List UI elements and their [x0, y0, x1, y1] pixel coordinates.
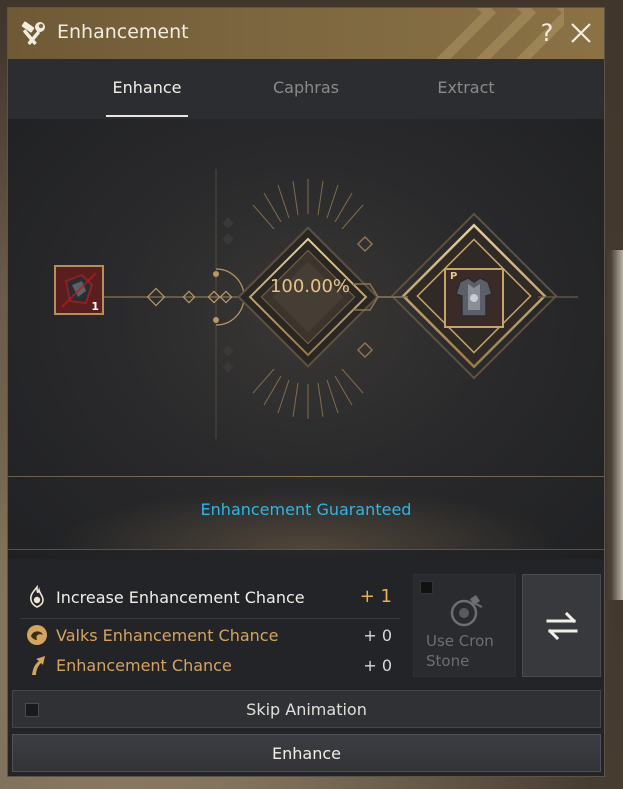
grade-mark: P — [450, 271, 458, 282]
tab-enhance[interactable]: Enhance — [87, 59, 207, 117]
close-icon[interactable] — [568, 20, 594, 46]
title-bar[interactable]: Enhancement ? — [8, 8, 604, 59]
success-chance: 100.00% — [269, 276, 351, 297]
cron-stone-toggle[interactable]: Use Cron Stone — [413, 574, 516, 677]
cron-stone-label: Use Cron Stone — [426, 632, 494, 670]
skip-animation-label: Skip Animation — [246, 700, 367, 719]
enhance-button[interactable]: Enhance — [12, 734, 601, 772]
cron-stone-checkbox[interactable] — [420, 581, 433, 594]
material-slot[interactable]: 1 — [54, 265, 104, 315]
result-item-slot[interactable]: P — [444, 268, 504, 328]
material-count: 1 — [91, 300, 99, 313]
enhancement-window: Enhancement ? Enhance Caphras Extract 10… — [7, 7, 605, 777]
swap-arrows-icon — [546, 611, 578, 641]
enhance-button-label: Enhance — [272, 744, 341, 763]
valks-orb-icon — [27, 625, 47, 645]
bonus-label: Enhancement Chance — [56, 656, 232, 675]
bonus-value: + 0 — [363, 626, 392, 645]
window-title: Enhancement — [57, 21, 189, 43]
skip-animation-toggle[interactable]: Skip Animation — [12, 690, 601, 728]
flame-orb-icon — [30, 585, 44, 608]
status-band: Enhancement Guaranteed — [8, 476, 604, 550]
bonus-row: Increase Enhancement Chance + 1 — [20, 582, 400, 619]
status-text: Enhancement Guaranteed — [200, 500, 412, 519]
tab-extract[interactable]: Extract — [406, 59, 526, 117]
bonus-row: Enhancement Chance + 0 — [20, 650, 400, 680]
help-button[interactable]: ? — [536, 18, 558, 48]
bonus-value: + 1 — [359, 586, 392, 607]
enhancement-stage: 100.00% 1 P Enhancement Guaranteed — [8, 119, 604, 559]
tab-caphras[interactable]: Caphras — [246, 59, 366, 117]
hammer-wrench-icon — [21, 21, 45, 45]
bonus-row: Valks Enhancement Chance + 0 — [20, 620, 400, 650]
cron-stone-icon — [450, 595, 483, 627]
up-arrow-icon — [32, 656, 45, 675]
swap-button[interactable] — [522, 574, 601, 677]
bonus-label: Increase Enhancement Chance — [56, 588, 305, 607]
tab-bar: Enhance Caphras Extract — [8, 59, 604, 120]
bonus-list: Increase Enhancement Chance + 1 Valks En… — [20, 572, 400, 684]
bonus-label: Valks Enhancement Chance — [56, 626, 279, 645]
bonus-value: + 0 — [363, 656, 392, 675]
